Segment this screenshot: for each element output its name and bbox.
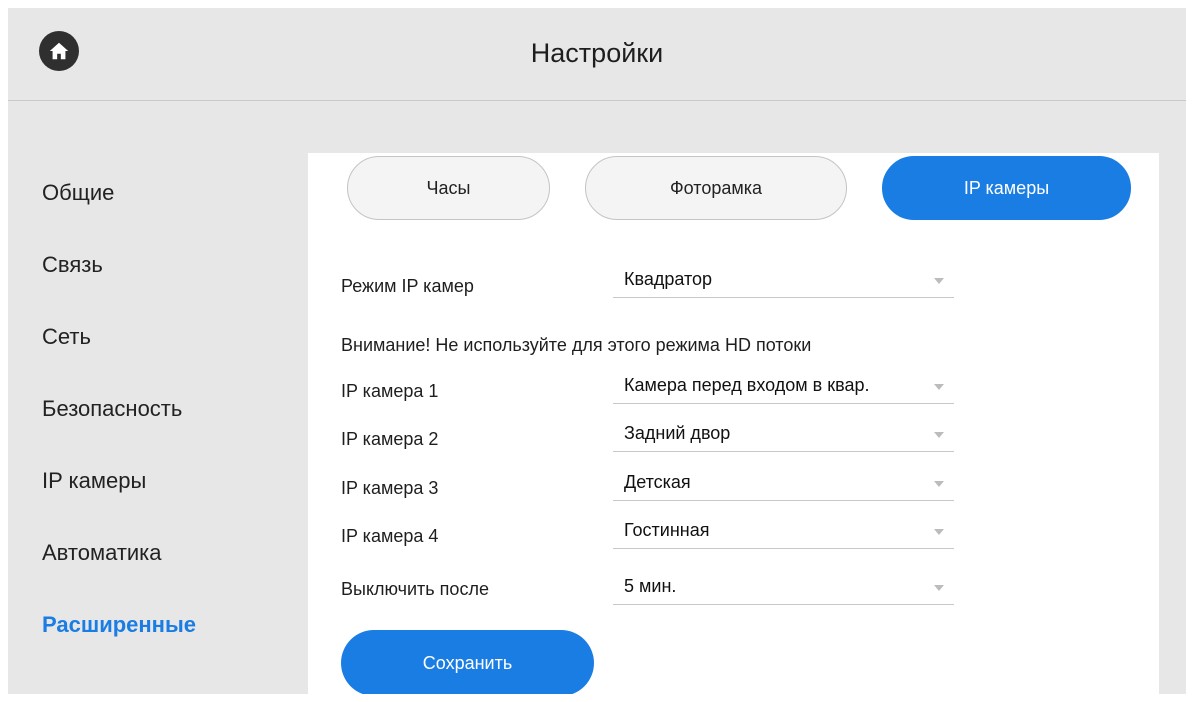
sidebar-item-label: Автоматика bbox=[42, 540, 162, 565]
sidebar-item-automation[interactable]: Автоматика bbox=[42, 516, 292, 588]
sidebar-item-label: Общие bbox=[42, 180, 115, 205]
save-button[interactable]: Сохранить bbox=[341, 630, 594, 694]
sidebar-item-label: Безопасность bbox=[42, 396, 183, 421]
sidebar-item-label: Расширенные bbox=[42, 612, 196, 637]
dropdown-arrow-icon bbox=[934, 432, 944, 438]
camera-3-value: Детская bbox=[624, 472, 691, 492]
camera-4-value: Гостинная bbox=[624, 520, 710, 540]
camera-1-select[interactable]: Камера перед входом в квар. bbox=[613, 373, 954, 404]
sidebar: Общие Связь Сеть Безопасность IP камеры … bbox=[42, 156, 292, 660]
sidebar-item-ip-cameras[interactable]: IP камеры bbox=[42, 444, 292, 516]
settings-screen: Настройки Общие Связь Сеть Безопасность … bbox=[8, 8, 1186, 694]
mode-value: Квадратор bbox=[624, 269, 713, 289]
camera-4-label: IP камера 4 bbox=[341, 526, 439, 546]
camera-4-select[interactable]: Гостинная bbox=[613, 518, 954, 549]
page-title: Настройки bbox=[530, 38, 664, 68]
tab-clock[interactable]: Часы bbox=[347, 156, 550, 220]
tab-photo-frame[interactable]: Фоторамка bbox=[585, 156, 847, 220]
tab-ip-cameras[interactable]: IP камеры bbox=[882, 156, 1131, 220]
dropdown-arrow-icon bbox=[934, 481, 944, 487]
camera-3-label: IP камера 3 bbox=[341, 478, 439, 498]
dropdown-arrow-icon bbox=[934, 384, 944, 390]
header: Настройки bbox=[8, 8, 1186, 101]
camera-1-value: Камера перед входом в квар. bbox=[624, 375, 870, 395]
mode-label: Режим IP камер bbox=[341, 276, 474, 296]
settings-panel: Часы Фоторамка IP камеры Режим IP камер … bbox=[308, 153, 1159, 694]
mode-select[interactable]: Квадратор bbox=[613, 267, 954, 298]
sidebar-item-label: Связь bbox=[42, 252, 103, 277]
hd-warning-text: Внимание! Не используйте для этого режим… bbox=[341, 335, 812, 355]
dropdown-arrow-icon bbox=[934, 529, 944, 535]
sidebar-item-security[interactable]: Безопасность bbox=[42, 372, 292, 444]
off-after-value: 5 мин. bbox=[624, 576, 677, 596]
camera-2-value: Задний двор bbox=[624, 423, 731, 443]
sidebar-item-network[interactable]: Сеть bbox=[42, 300, 292, 372]
off-after-select[interactable]: 5 мин. bbox=[613, 574, 954, 605]
camera-2-label: IP камера 2 bbox=[341, 429, 439, 449]
sidebar-item-label: IP камеры bbox=[42, 468, 147, 493]
sidebar-item-label: Сеть bbox=[42, 324, 91, 349]
camera-1-label: IP камера 1 bbox=[341, 381, 439, 401]
sidebar-item-connection[interactable]: Связь bbox=[42, 228, 292, 300]
dropdown-arrow-icon bbox=[934, 278, 944, 284]
sidebar-item-general[interactable]: Общие bbox=[42, 156, 292, 228]
off-after-label: Выключить после bbox=[341, 579, 489, 599]
dropdown-arrow-icon bbox=[934, 585, 944, 591]
camera-3-select[interactable]: Детская bbox=[613, 470, 954, 501]
camera-2-select[interactable]: Задний двор bbox=[613, 421, 954, 452]
sidebar-item-advanced[interactable]: Расширенные bbox=[42, 588, 292, 660]
